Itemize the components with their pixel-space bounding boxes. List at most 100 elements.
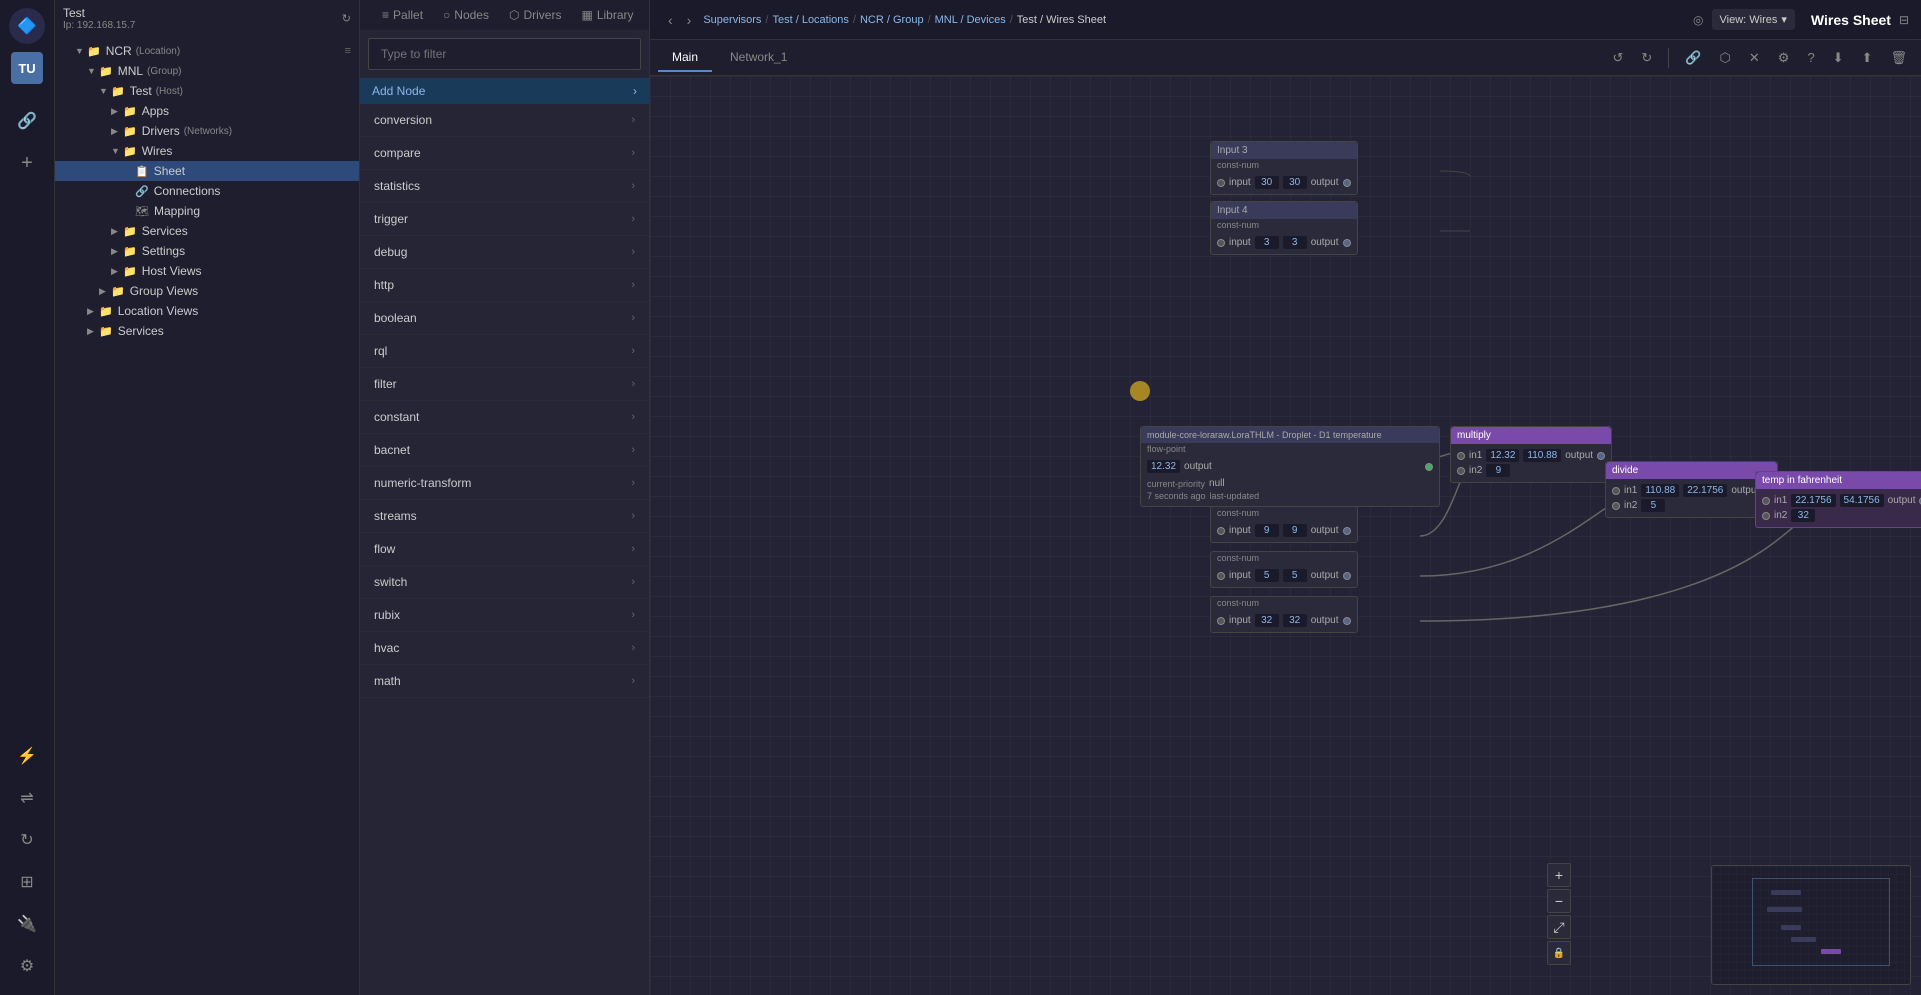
- add-node-item-statistics[interactable]: statistics ›: [360, 170, 649, 203]
- add-node-item-flow[interactable]: flow ›: [360, 533, 649, 566]
- tree-item-services[interactable]: ▶ 📁 Services: [55, 321, 359, 341]
- forward-button[interactable]: ›: [681, 10, 698, 30]
- nodes-label: Nodes: [454, 8, 489, 22]
- canvas-area[interactable]: Input 3 const-num input 30 30 output Inp…: [650, 76, 1921, 995]
- node-multiply[interactable]: multiply in1 12.32 110.88 output in2 9: [1450, 426, 1612, 483]
- zoom-lock-button[interactable]: 🔒: [1547, 941, 1571, 965]
- tree-item-test[interactable]: ▼ 📁 Test (Host): [55, 81, 359, 101]
- refresh-tree-icon[interactable]: ↻: [342, 12, 351, 25]
- tree-item-apps[interactable]: ▶ 📁 Apps: [55, 101, 359, 121]
- add-node-item-constant[interactable]: constant ›: [360, 401, 649, 434]
- output-val: 22.1756: [1683, 484, 1727, 497]
- redo-button[interactable]: ↻: [1635, 47, 1658, 69]
- node-const32[interactable]: const-num input 32 32 output: [1210, 596, 1358, 633]
- drivers-icon: ⬡: [509, 8, 519, 22]
- add-node-item-trigger[interactable]: trigger ›: [360, 203, 649, 236]
- tree-item-wires[interactable]: ▼ 📁 Wires: [55, 141, 359, 161]
- network-toolbar-icon[interactable]: ⬡: [1714, 47, 1737, 69]
- tree-item-sheet[interactable]: 📋 Sheet: [55, 161, 359, 181]
- in1-val: 12.32: [1486, 449, 1519, 462]
- upload-toolbar-icon[interactable]: ⬆: [1856, 47, 1879, 69]
- add-node-item-switch[interactable]: switch ›: [360, 566, 649, 599]
- help-toolbar-icon[interactable]: ?: [1801, 47, 1820, 68]
- settings-icon[interactable]: ⚙: [9, 948, 45, 984]
- tree-item-group-views[interactable]: ▶ 📁 Group Views: [55, 281, 359, 301]
- output-val: 54.1756: [1840, 494, 1884, 507]
- avatar[interactable]: TU: [11, 52, 43, 84]
- add-node-item-numeric-transform[interactable]: numeric-transform ›: [360, 467, 649, 500]
- top-bar-right: ◎ View: Wires ▾ Wires Sheet ⊟: [1693, 9, 1909, 30]
- close-toolbar-icon[interactable]: ✕: [1743, 47, 1766, 69]
- arrow-icon: ▼: [75, 46, 87, 56]
- const5-body: input 5 5 output: [1211, 564, 1357, 587]
- tree-title: Test: [63, 6, 135, 20]
- add-icon[interactable]: +: [9, 145, 45, 181]
- in1-port: [1762, 497, 1770, 505]
- arrow-icon: ▶: [87, 326, 99, 337]
- add-node-item-compare[interactable]: compare ›: [360, 137, 649, 170]
- tree-item-mapping[interactable]: 🗺 Mapping: [55, 201, 359, 221]
- nodes-tab[interactable]: ○ Nodes: [437, 4, 495, 26]
- undo-button[interactable]: ↺: [1607, 47, 1630, 69]
- breadcrumb-ncr-group[interactable]: NCR / Group: [860, 14, 924, 26]
- const9-body: input 9 9 output: [1211, 519, 1357, 542]
- pallet-tab[interactable]: ≡ Pallet: [376, 4, 429, 26]
- add-node-item-hvac[interactable]: hvac ›: [360, 632, 649, 665]
- add-node-item-bacnet[interactable]: bacnet ›: [360, 434, 649, 467]
- menu-icon[interactable]: ≡: [345, 45, 351, 57]
- tab-main[interactable]: Main: [658, 44, 712, 72]
- node-divide[interactable]: divide in1 110.88 22.1756 output in2 5: [1605, 461, 1778, 518]
- tree-item-services-sub[interactable]: ▶ 📁 Services: [55, 221, 359, 241]
- node-const5[interactable]: const-num input 5 5 output: [1210, 551, 1358, 588]
- add-node-item-filter[interactable]: filter ›: [360, 368, 649, 401]
- node-main[interactable]: module-core-loraraw.LoraTHLM - Droplet -…: [1140, 426, 1440, 507]
- add-node-item-math[interactable]: math ›: [360, 665, 649, 698]
- add-node-item-debug[interactable]: debug ›: [360, 236, 649, 269]
- node-input4[interactable]: Input 4 const-num input 3 3 output: [1210, 201, 1358, 255]
- breadcrumb-supervisors[interactable]: Supervisors: [703, 14, 761, 26]
- share-icon[interactable]: ⇌: [9, 780, 45, 816]
- tree-item-mnl[interactable]: ▼ 📁 MNL (Group): [55, 61, 359, 81]
- zoom-fit-button[interactable]: ⤢: [1547, 915, 1571, 939]
- add-node-item-conversion[interactable]: conversion ›: [360, 104, 649, 137]
- library-tab[interactable]: ▦ Library: [575, 4, 639, 26]
- plug-icon[interactable]: 🔌: [9, 906, 45, 942]
- grid-icon[interactable]: ⊞: [9, 864, 45, 900]
- sheet-icon: 📋: [135, 165, 149, 178]
- tree-label: Sheet: [154, 164, 185, 178]
- add-node-item-boolean[interactable]: boolean ›: [360, 302, 649, 335]
- tree-item-host-views[interactable]: ▶ 📁 Host Views: [55, 261, 359, 281]
- mini-node: [1821, 949, 1841, 954]
- back-button[interactable]: ‹: [662, 10, 679, 30]
- filter-input[interactable]: [368, 38, 641, 70]
- view-selector[interactable]: View: Wires ▾: [1712, 9, 1795, 30]
- input-val: 5: [1255, 569, 1279, 582]
- add-node-item-streams[interactable]: streams ›: [360, 500, 649, 533]
- add-node-list: conversion › compare › statistics › trig…: [360, 104, 649, 995]
- tree-item-connections[interactable]: 🔗 Connections: [55, 181, 359, 201]
- breadcrumb-mnl-devices[interactable]: MNL / Devices: [935, 14, 1006, 26]
- tree-item-ncr[interactable]: ▼ 📁 NCR (Location) ≡: [55, 41, 359, 61]
- link-toolbar-icon[interactable]: 🔗: [1679, 47, 1707, 69]
- link-icon[interactable]: 🔗: [9, 103, 45, 139]
- tree-label: Apps: [142, 104, 169, 118]
- zoom-in-button[interactable]: +: [1547, 863, 1571, 887]
- add-node-item-http[interactable]: http ›: [360, 269, 649, 302]
- add-node-item-rubix[interactable]: rubix ›: [360, 599, 649, 632]
- tab-network1[interactable]: Network_1: [716, 44, 801, 72]
- refresh-icon[interactable]: ↻: [9, 822, 45, 858]
- tree-item-settings[interactable]: ▶ 📁 Settings: [55, 241, 359, 261]
- tree-item-location-views[interactable]: ▶ 📁 Location Views: [55, 301, 359, 321]
- flash-icon[interactable]: ⚡: [9, 738, 45, 774]
- download-toolbar-icon[interactable]: ⬇: [1827, 47, 1850, 69]
- gear-toolbar-icon[interactable]: ⚙: [1772, 47, 1796, 69]
- node-const9[interactable]: const-num input 9 9 output: [1210, 506, 1358, 543]
- drivers-tab[interactable]: ⬡ Drivers: [503, 4, 567, 26]
- add-node-item-rql[interactable]: rql ›: [360, 335, 649, 368]
- node-input3[interactable]: Input 3 const-num input 30 30 output: [1210, 141, 1358, 195]
- breadcrumb-test-locations[interactable]: Test / Locations: [772, 14, 848, 26]
- zoom-out-button[interactable]: −: [1547, 889, 1571, 913]
- node-temp[interactable]: temp in fahrenheit in1 22.1756 54.1756 o…: [1755, 471, 1921, 528]
- delete-toolbar-icon[interactable]: 🗑: [1884, 47, 1913, 69]
- tree-item-drivers[interactable]: ▶ 📁 Drivers (Networks): [55, 121, 359, 141]
